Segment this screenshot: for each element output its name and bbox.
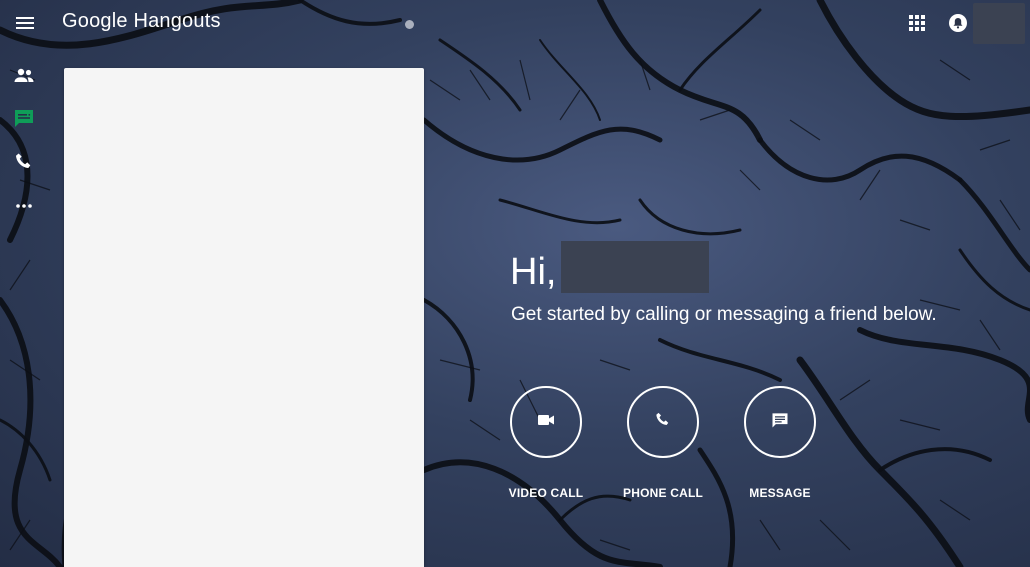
phone-call-button[interactable]: PHONE CALL bbox=[608, 386, 718, 500]
message-circle[interactable] bbox=[744, 386, 816, 458]
message-label: MESSAGE bbox=[749, 486, 811, 500]
contacts-nav-button[interactable] bbox=[12, 64, 36, 88]
phone-call-circle[interactable] bbox=[627, 386, 699, 458]
conversation-list-panel[interactable] bbox=[64, 68, 424, 567]
notification-bell-icon[interactable] bbox=[947, 12, 969, 34]
people-icon bbox=[12, 68, 36, 92]
user-name-redacted bbox=[561, 241, 709, 293]
message-button[interactable]: MESSAGE bbox=[725, 386, 835, 500]
phone-call-label: PHONE CALL bbox=[623, 486, 703, 500]
hamburger-menu-icon[interactable] bbox=[13, 11, 37, 35]
message-icon bbox=[770, 410, 790, 435]
phone-icon bbox=[653, 410, 673, 435]
greeting-text: Hi, bbox=[510, 251, 557, 293]
apps-grid-icon[interactable] bbox=[906, 12, 928, 34]
chat-message-icon bbox=[12, 110, 36, 134]
greeting-subtitle: Get started by calling or messaging a fr… bbox=[511, 304, 937, 325]
video-call-circle[interactable] bbox=[510, 386, 582, 458]
account-avatar[interactable] bbox=[973, 3, 1025, 44]
phone-calls-nav-button[interactable] bbox=[12, 150, 36, 174]
video-call-label: VIDEO CALL bbox=[508, 486, 584, 500]
top-bar: Google Hangouts bbox=[0, 0, 1030, 46]
phone-icon bbox=[12, 153, 36, 178]
conversations-nav-button[interactable] bbox=[12, 106, 36, 130]
video-call-button[interactable]: VIDEO CALL bbox=[491, 386, 601, 500]
more-nav-button[interactable] bbox=[12, 194, 36, 218]
videocam-icon bbox=[536, 410, 556, 435]
hangouts-screen: Google Hangouts Hi, Get started by calli… bbox=[0, 0, 1030, 567]
more-horizontal-icon bbox=[12, 204, 36, 222]
loading-spinner-icon bbox=[405, 20, 414, 29]
app-logo-title[interactable]: Google Hangouts bbox=[62, 10, 221, 33]
